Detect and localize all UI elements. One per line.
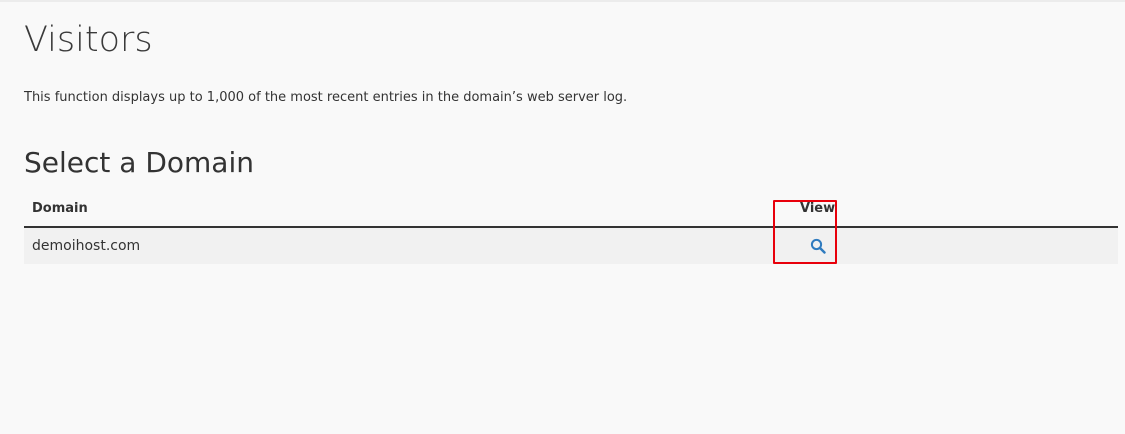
table-header: Domain View xyxy=(24,190,1118,228)
domain-cell: demoihost.com xyxy=(24,227,792,264)
domain-column-header: Domain xyxy=(24,190,792,228)
domain-table: Domain View demoihost.com xyxy=(24,190,1118,264)
table-header-row: Domain View xyxy=(24,190,1118,228)
search-icon xyxy=(810,238,826,254)
page-description: This function displays up to 1,000 of th… xyxy=(24,90,628,105)
view-button[interactable] xyxy=(810,238,826,254)
view-cell xyxy=(792,227,1118,264)
view-column-header: View xyxy=(792,190,1118,228)
page-title: Visitors xyxy=(24,20,153,60)
top-border xyxy=(0,0,1125,2)
section-title: Select a Domain xyxy=(24,146,254,179)
table-row: demoihost.com xyxy=(24,227,1118,264)
table-body: demoihost.com xyxy=(24,227,1118,264)
